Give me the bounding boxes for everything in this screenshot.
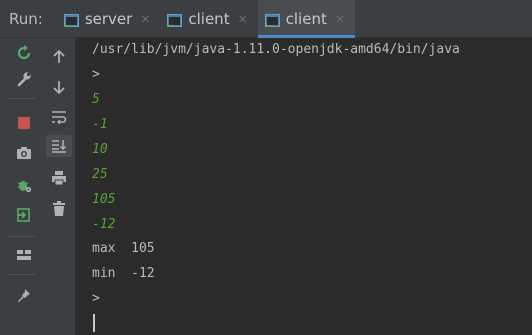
close-icon[interactable]: × <box>140 12 150 26</box>
up-arrow-icon[interactable] <box>46 46 72 68</box>
prompt: > <box>92 67 100 82</box>
console-icon <box>264 12 280 27</box>
rerun-icon[interactable] <box>11 42 37 64</box>
wrench-icon[interactable] <box>11 68 37 90</box>
tab-client-active[interactable]: client × <box>257 0 356 38</box>
stop-icon[interactable] <box>11 112 37 134</box>
user-input-line: 10 <box>92 142 108 157</box>
close-icon[interactable]: × <box>335 12 345 26</box>
down-arrow-icon[interactable] <box>46 76 72 98</box>
text-cursor <box>93 314 95 332</box>
user-input-line: -1 <box>92 117 108 132</box>
user-input-line: 5 <box>92 92 100 107</box>
console-icon <box>167 12 183 27</box>
max-output: max 105 <box>92 241 155 256</box>
prompt: > <box>92 291 100 306</box>
print-icon[interactable] <box>46 167 72 189</box>
pin-icon[interactable] <box>11 284 37 306</box>
user-input-line: -12 <box>92 217 116 232</box>
user-input-line: 105 <box>92 192 116 207</box>
run-label: Run: <box>9 9 43 28</box>
min-output: min -12 <box>92 266 155 281</box>
console-icon <box>63 12 79 27</box>
tab-client[interactable]: client × <box>160 0 257 38</box>
console-output[interactable]: /usr/lib/jvm/java-1.11.0-openjdk-amd64/b… <box>77 38 532 335</box>
exit-icon[interactable] <box>11 204 37 226</box>
command-path: /usr/lib/jvm/java-1.11.0-openjdk-amd64/b… <box>92 42 460 57</box>
trash-icon[interactable] <box>46 198 72 220</box>
tab-label: server <box>84 9 133 28</box>
bug-gear-icon[interactable] <box>11 174 37 196</box>
layout-icon[interactable] <box>11 244 37 266</box>
scroll-to-end-icon[interactable] <box>46 135 72 157</box>
camera-icon[interactable] <box>11 142 37 164</box>
close-icon[interactable]: × <box>238 12 248 26</box>
tab-label: client <box>285 9 327 28</box>
tab-label: client <box>188 9 230 28</box>
tab-server[interactable]: server × <box>57 0 161 38</box>
run-tab-bar: Run: server × client × client × <box>0 0 532 38</box>
soft-wrap-icon[interactable] <box>46 106 72 128</box>
run-toolbar <box>0 38 76 335</box>
user-input-line: 25 <box>92 167 108 182</box>
